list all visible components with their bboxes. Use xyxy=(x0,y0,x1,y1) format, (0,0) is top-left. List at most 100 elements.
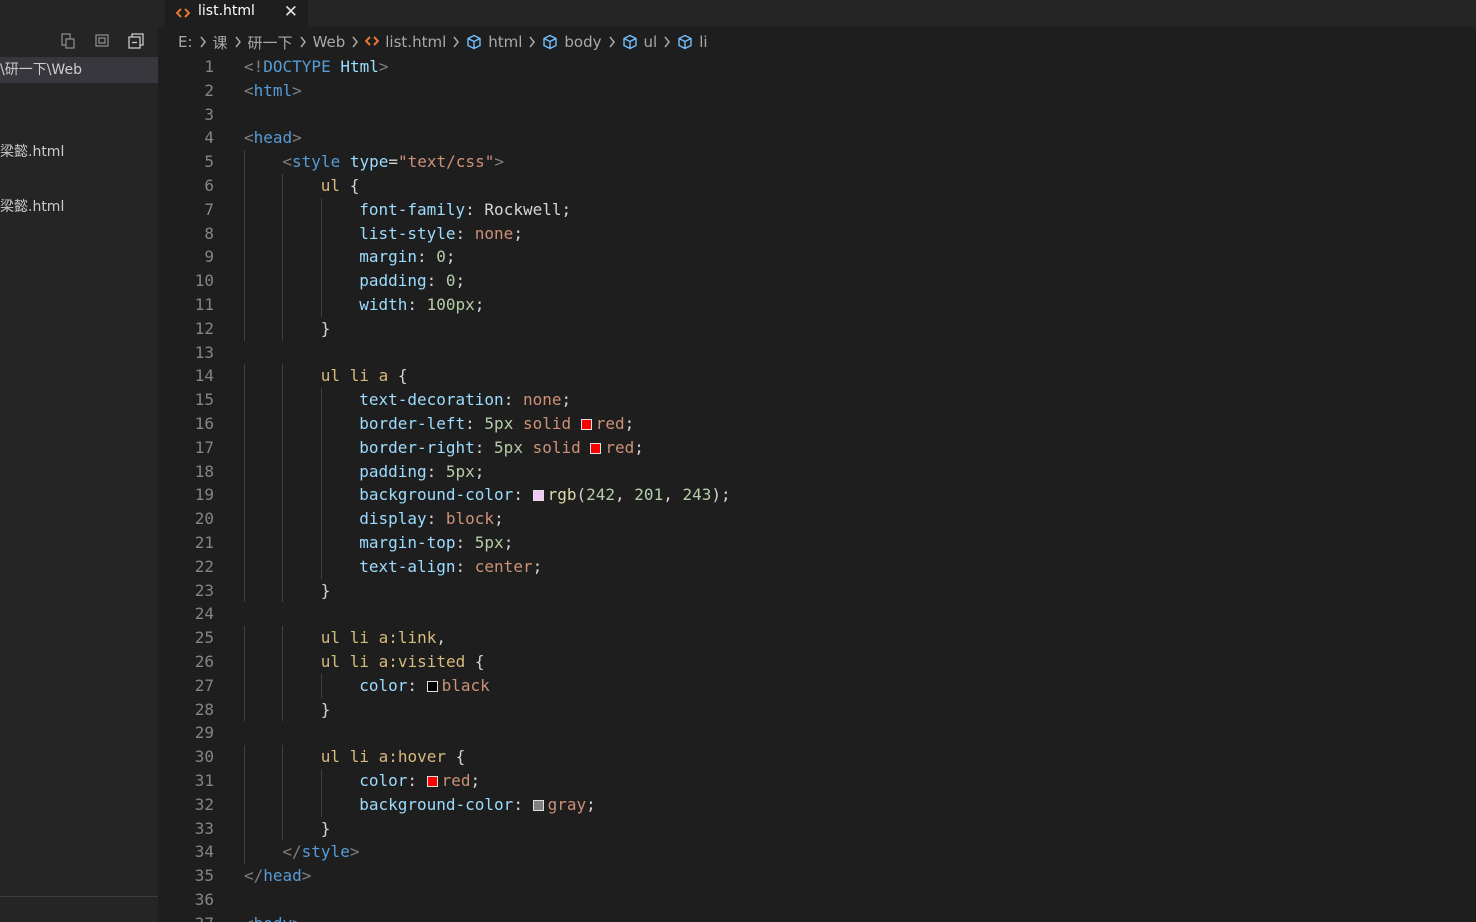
explorer-file-item[interactable]: 梁懿.html xyxy=(0,195,158,219)
indent-guide xyxy=(282,269,284,293)
breadcrumb-item[interactable]: Web xyxy=(313,33,346,51)
code-token: } xyxy=(320,318,331,338)
code-line: ul { xyxy=(244,173,731,198)
code-line: margin: 0; xyxy=(244,245,731,270)
line-number: 36 xyxy=(194,889,214,909)
color-swatch[interactable] xyxy=(426,680,438,692)
code-token: background-color xyxy=(359,485,514,505)
breadcrumb-label: 课 xyxy=(212,33,228,52)
line-number: 29 xyxy=(194,723,214,743)
breadcrumb-item[interactable]: E: xyxy=(178,33,193,51)
code-token: ul li a:link xyxy=(320,628,437,648)
code-token: solid xyxy=(522,413,581,433)
line-number: 7 xyxy=(204,199,214,219)
code-token: ul li a xyxy=(320,366,389,386)
new-file-icon[interactable] xyxy=(56,30,80,52)
code-token: 0 xyxy=(445,271,456,291)
code-token: : xyxy=(455,556,475,576)
color-swatch[interactable] xyxy=(532,490,544,502)
code-line: } xyxy=(244,697,731,722)
code-token: : xyxy=(407,675,427,695)
indent-guide xyxy=(244,388,245,412)
indent-guide xyxy=(244,649,245,674)
editor-tab-bar: list.html ✕ xyxy=(158,0,1476,27)
line-number: 14 xyxy=(194,366,214,386)
indent-guide xyxy=(320,435,322,460)
code-line: color: red; xyxy=(244,768,731,793)
color-swatch[interactable] xyxy=(426,775,438,787)
code-line: ul li a { xyxy=(244,364,731,389)
line-number: 1 xyxy=(204,57,214,76)
indent-guide xyxy=(244,768,245,793)
line-number: 33 xyxy=(194,818,214,838)
code-token: center xyxy=(474,556,533,576)
code-line: ul li a:link, xyxy=(244,626,731,650)
indent-guide xyxy=(244,411,245,436)
indent-guide xyxy=(244,507,245,531)
code-token: > xyxy=(292,914,302,922)
line-number: 11 xyxy=(194,294,214,314)
code-token: 5px xyxy=(474,532,504,552)
indent-guide xyxy=(282,388,284,412)
code-token: : xyxy=(407,294,427,314)
code-token: : xyxy=(426,271,446,291)
tab-list-html[interactable]: list.html ✕ xyxy=(165,0,308,27)
indent-guide xyxy=(320,459,322,484)
breadcrumb: E: 课 研一下 Web list.html html body ul li xyxy=(178,30,708,54)
indent-guide xyxy=(244,197,245,222)
explorer-file-item[interactable]: 梁懿.html xyxy=(0,140,158,164)
indent-guide xyxy=(320,245,322,270)
code-token: } xyxy=(320,699,331,719)
indent-guide xyxy=(320,221,322,246)
indent-guide xyxy=(320,673,322,698)
code-editor[interactable]: 1 2 3 4 5 6 7 8 9 10 11 12 13 14 15 16 17 18 19 20 21 22 23 24 2… xyxy=(158,55,1476,922)
indent-guide xyxy=(282,245,284,270)
breadcrumb-item[interactable]: html xyxy=(466,33,522,51)
collapse-all-icon[interactable] xyxy=(124,30,148,52)
color-swatch[interactable] xyxy=(580,418,592,430)
close-icon[interactable]: ✕ xyxy=(284,0,298,27)
breadcrumb-item[interactable]: li xyxy=(677,33,708,51)
indent-guide xyxy=(282,292,284,317)
indent-guide xyxy=(244,292,245,317)
symbol-cube-icon xyxy=(466,34,482,50)
indent-guide xyxy=(282,816,284,841)
breadcrumb-item[interactable]: 研一下 xyxy=(248,32,293,53)
code-token: ); xyxy=(711,485,731,505)
code-line: text-decoration: none; xyxy=(244,388,731,412)
explorer-actions xyxy=(56,30,148,52)
indent-guide xyxy=(282,673,284,698)
code-content[interactable]: <!DOCTYPE Html> <html> <head> <style type="… xyxy=(244,55,731,922)
indent-guide xyxy=(244,673,245,698)
line-number: 34 xyxy=(194,842,214,862)
explorer-folder-row[interactable]: \研一下\Web xyxy=(0,57,158,83)
code-token: 243 xyxy=(682,485,712,505)
symbol-cube-icon xyxy=(677,34,693,50)
color-swatch[interactable] xyxy=(590,442,602,454)
indent-guide xyxy=(244,221,245,246)
code-token: list-style xyxy=(359,223,456,243)
code-token: black xyxy=(441,675,490,695)
indent-guide xyxy=(320,388,322,412)
line-number: 37 xyxy=(158,912,214,922)
code-token: : xyxy=(426,461,446,481)
code-token: { xyxy=(446,747,466,767)
html-file-icon xyxy=(176,7,190,20)
code-token: text-align xyxy=(359,556,456,576)
code-line: list-style: none; xyxy=(244,221,731,246)
indent-guide xyxy=(320,768,322,793)
breadcrumb-item[interactable]: ul xyxy=(622,33,657,51)
indent-guide xyxy=(282,316,284,341)
indent-guide xyxy=(244,530,245,555)
indent-guide xyxy=(320,530,322,555)
breadcrumb-item[interactable]: 课 xyxy=(213,32,228,53)
code-line: <head> xyxy=(244,126,731,150)
breadcrumb-item[interactable]: list.html xyxy=(365,33,446,51)
indent-guide xyxy=(282,697,284,722)
color-swatch[interactable] xyxy=(532,799,544,811)
file-label: 梁懿.html xyxy=(0,144,65,160)
code-token: } xyxy=(320,818,331,838)
breadcrumb-item[interactable]: body xyxy=(542,33,602,51)
new-folder-icon[interactable] xyxy=(90,30,114,52)
